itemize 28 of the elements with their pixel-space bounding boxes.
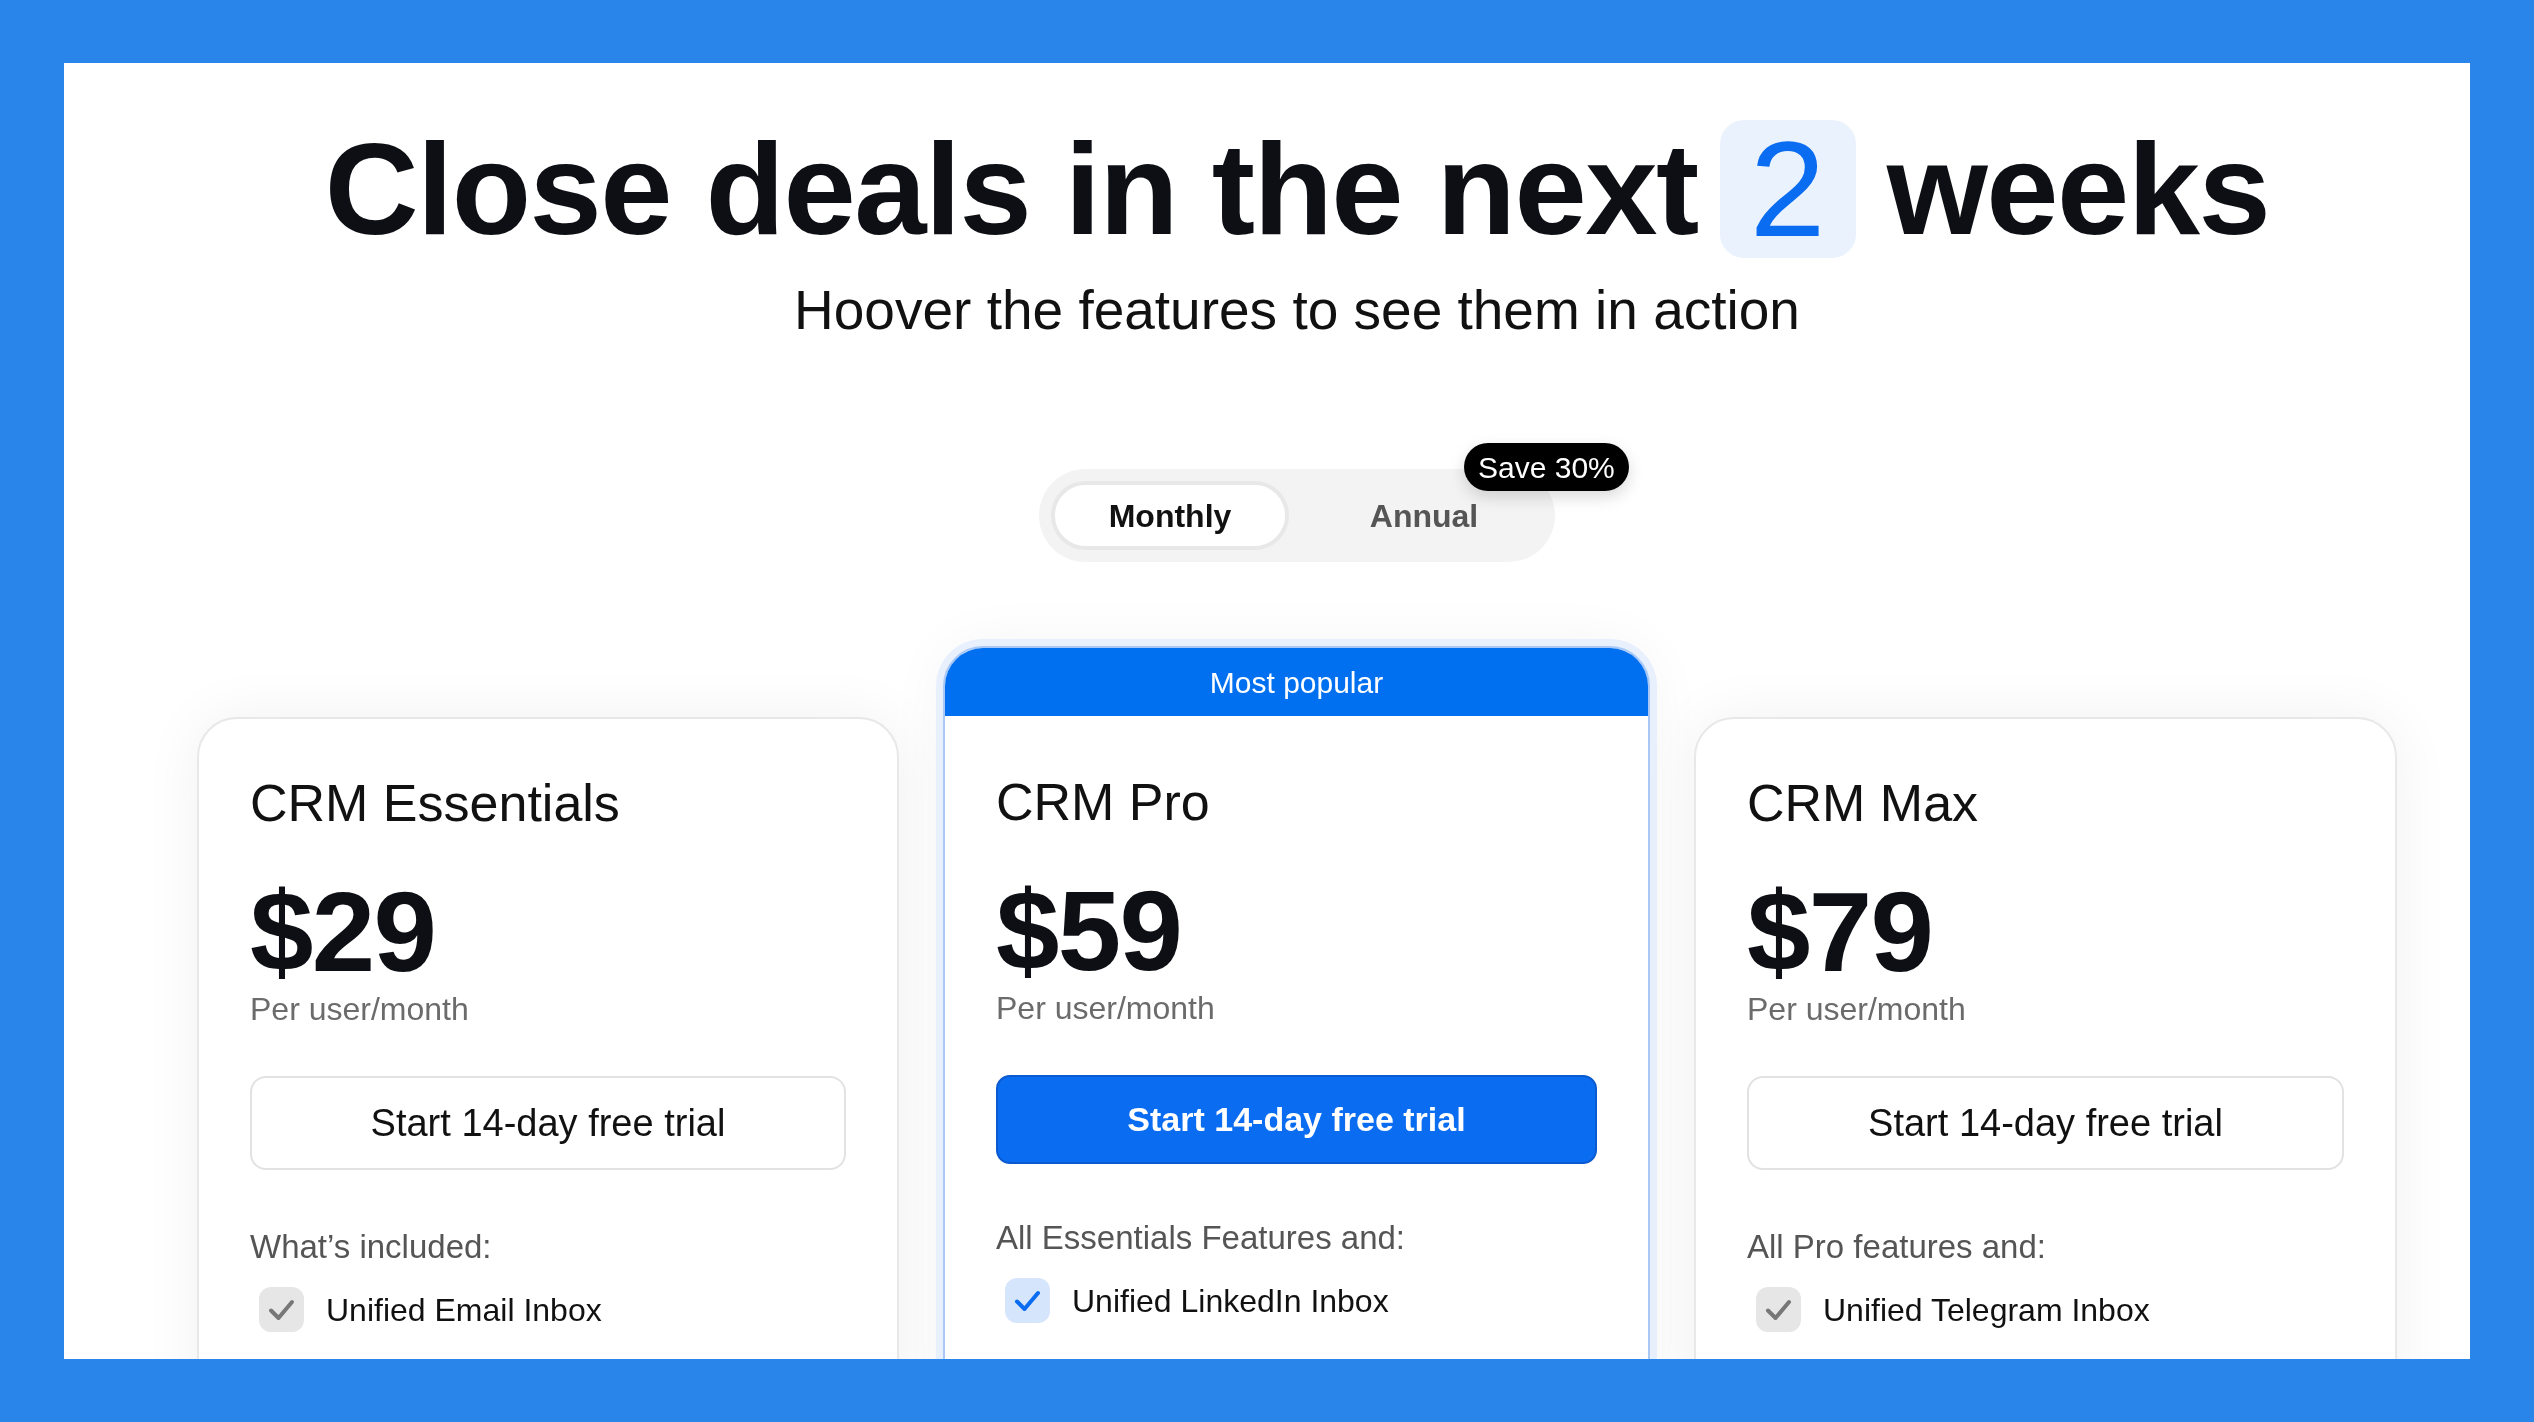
start-trial-button[interactable]: Start 14-day free trial — [1747, 1076, 2344, 1171]
price-period: Per user/month — [996, 992, 1216, 1025]
plan-price: $29 — [250, 875, 437, 990]
start-trial-button[interactable]: Start 14-day free trial — [996, 1075, 1597, 1165]
highlight-number: 2 — [1719, 120, 1856, 258]
plan-name: CRM Essentials — [250, 773, 621, 834]
subtitle: Hoover the features to see them in action — [794, 283, 1800, 338]
check-icon — [1756, 1287, 1801, 1333]
price-period: Per user/month — [1747, 993, 1967, 1026]
plan-price: $59 — [996, 874, 1183, 989]
features-heading: What’s included: — [250, 1230, 493, 1264]
check-icon — [1005, 1278, 1050, 1324]
feature-text: Unified Email Inbox — [326, 1293, 602, 1326]
plan-name: CRM Max — [1747, 773, 1980, 834]
billing-option-tab[interactable]: Monthly — [1051, 481, 1289, 550]
feature-text: Unified LinkedIn Inbox — [1072, 1284, 1389, 1317]
feature-text: Unified Telegram Inbox — [1823, 1293, 2150, 1326]
price-period: Per user/month — [250, 993, 470, 1026]
features-heading: All Pro features and: — [1747, 1230, 2047, 1264]
most-popular-banner: Most popular — [945, 648, 1648, 716]
check-icon — [259, 1287, 304, 1333]
discount-badge: Save 30% — [1464, 443, 1629, 491]
headline-text: weeks — [1886, 124, 2270, 254]
plan-name: CRM Pro — [996, 772, 1211, 833]
features-heading: All Essentials Features and: — [996, 1221, 1407, 1255]
start-trial-button[interactable]: Start 14-day free trial — [250, 1076, 846, 1171]
headline-text: Close deals in the next — [324, 124, 1698, 254]
plan-price: $79 — [1747, 875, 1934, 990]
